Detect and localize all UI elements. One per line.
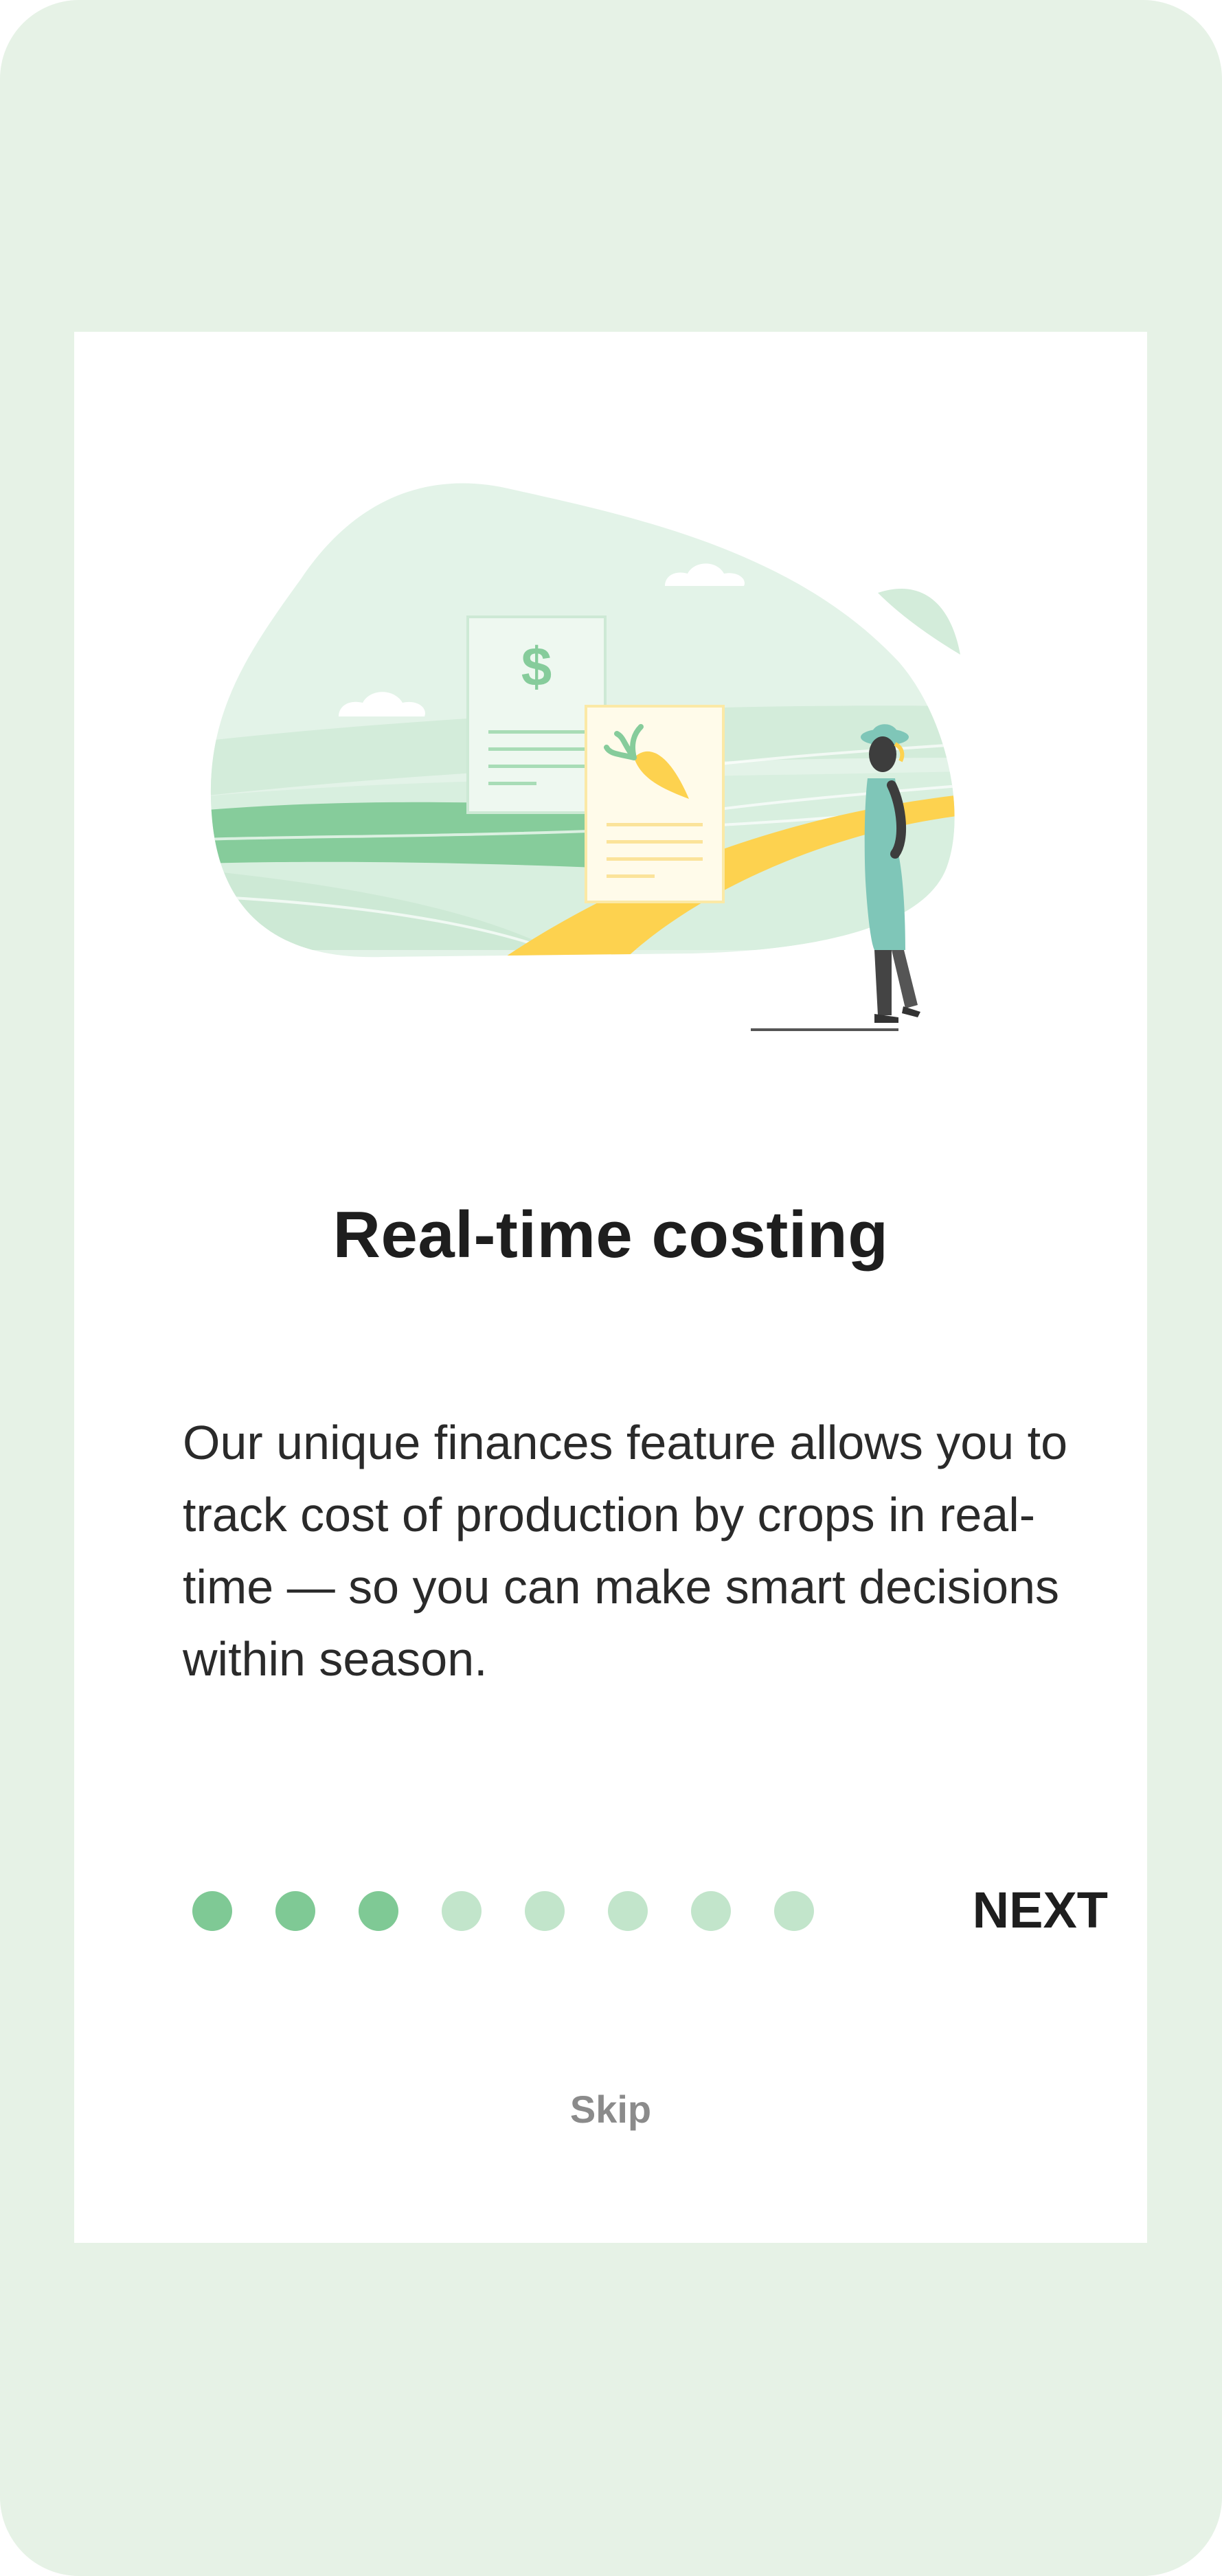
feature-description: Our unique finances feature allows you t…: [183, 1416, 1067, 1686]
leaf-accent: [878, 589, 960, 655]
farm-finance-illustration: $: [210, 483, 960, 1031]
device-frame: $ Real-time costing Our unique finances …: [0, 0, 1222, 2576]
page-dot-5[interactable]: [525, 1891, 565, 1931]
next-button[interactable]: NEXT: [888, 1881, 1108, 1939]
page-dot-6[interactable]: [608, 1891, 648, 1931]
page-dot-3[interactable]: [359, 1891, 398, 1931]
page-dot-2[interactable]: [275, 1891, 315, 1931]
skip-button[interactable]: Skip: [74, 2087, 1147, 2132]
page-title: Real-time costing: [332, 1198, 889, 1272]
page-dot-8[interactable]: [774, 1891, 814, 1931]
carrot-receipt-icon: [585, 705, 725, 903]
page-dot-7[interactable]: [691, 1891, 731, 1931]
dollar-symbol: $: [521, 636, 552, 697]
page-dot-1[interactable]: [192, 1891, 232, 1931]
onboarding-card: $ Real-time costing Our unique finances …: [74, 332, 1147, 2243]
page-dot-4[interactable]: [442, 1891, 482, 1931]
